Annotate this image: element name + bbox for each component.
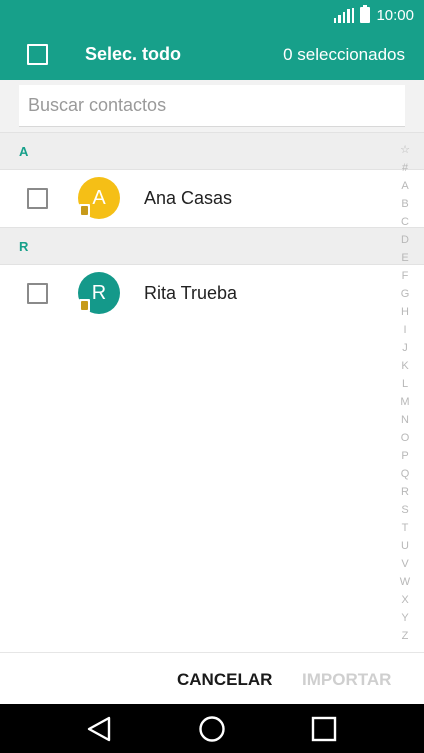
- select-all-label[interactable]: Selec. todo: [85, 44, 181, 65]
- index-letter[interactable]: P: [401, 447, 408, 465]
- index-letter[interactable]: U: [401, 537, 409, 555]
- section-header-a: A: [0, 132, 424, 170]
- index-letter[interactable]: R: [401, 483, 409, 501]
- index-letter[interactable]: T: [402, 519, 409, 537]
- index-letter[interactable]: I: [403, 321, 406, 339]
- index-letter[interactable]: F: [402, 267, 409, 285]
- battery-icon: [360, 5, 371, 23]
- navigation-bar: [0, 704, 424, 753]
- index-letter[interactable]: E: [401, 249, 408, 267]
- selected-count: 0 seleccionados: [283, 45, 405, 64]
- index-letter[interactable]: B: [401, 195, 408, 213]
- index-letter[interactable]: Y: [401, 609, 408, 627]
- index-letter[interactable]: G: [401, 285, 410, 303]
- index-letter[interactable]: J: [402, 339, 408, 357]
- index-letter[interactable]: Q: [401, 465, 410, 483]
- index-letter[interactable]: A: [401, 177, 408, 195]
- home-button[interactable]: [182, 704, 242, 753]
- section-letter: A: [19, 144, 29, 159]
- status-icons: 10:00: [333, 5, 414, 24]
- app-bar: Selec. todo 0 seleccionados: [0, 30, 424, 80]
- index-letter[interactable]: X: [401, 591, 408, 609]
- contact-name: Rita Trueba: [144, 283, 238, 303]
- sim-card-icon: [79, 299, 90, 312]
- status-bar: 10:00: [0, 0, 424, 30]
- index-letter[interactable]: Z: [402, 627, 409, 645]
- index-letter[interactable]: M: [400, 393, 409, 411]
- section-letter: R: [19, 239, 29, 254]
- index-letter[interactable]: O: [401, 429, 410, 447]
- index-letter[interactable]: H: [401, 303, 409, 321]
- recents-button[interactable]: [294, 704, 354, 753]
- contact-name: Ana Casas: [144, 188, 233, 208]
- signal-icon: [333, 7, 355, 23]
- index-letter[interactable]: C: [401, 213, 409, 231]
- action-bar: CANCELAR IMPORTAR: [0, 652, 424, 704]
- index-letter[interactable]: K: [401, 357, 408, 375]
- index-letter[interactable]: W: [400, 573, 410, 591]
- cancel-button[interactable]: CANCELAR: [177, 670, 272, 690]
- index-letter[interactable]: #: [402, 159, 408, 177]
- status-time: 10:00: [376, 6, 414, 24]
- back-button[interactable]: [70, 704, 130, 753]
- contact-row[interactable]: A Ana Casas: [0, 170, 424, 227]
- index-letter[interactable]: D: [401, 231, 409, 249]
- home-icon: [199, 716, 225, 742]
- contact-row[interactable]: R Rita Trueba: [0, 265, 424, 322]
- index-letter[interactable]: V: [401, 555, 408, 573]
- contact-checkbox[interactable]: [27, 283, 48, 304]
- import-button[interactable]: IMPORTAR: [302, 670, 391, 690]
- index-letter[interactable]: S: [401, 501, 408, 519]
- sim-card-icon: [79, 204, 90, 217]
- contact-checkbox[interactable]: [27, 188, 48, 209]
- section-header-r: R: [0, 227, 424, 265]
- recents-icon: [311, 716, 337, 742]
- index-letter[interactable]: N: [401, 411, 409, 429]
- search-input[interactable]: [19, 85, 405, 127]
- index-letter[interactable]: L: [402, 375, 408, 393]
- index-letter[interactable]: ☆: [400, 141, 410, 159]
- search-container: [0, 80, 424, 132]
- select-all-checkbox[interactable]: [27, 44, 48, 65]
- back-icon: [87, 716, 111, 742]
- alphabet-index[interactable]: ☆ # A B C D E F G H I J K L M N O P Q R S T U V W X Y Z: [398, 141, 412, 645]
